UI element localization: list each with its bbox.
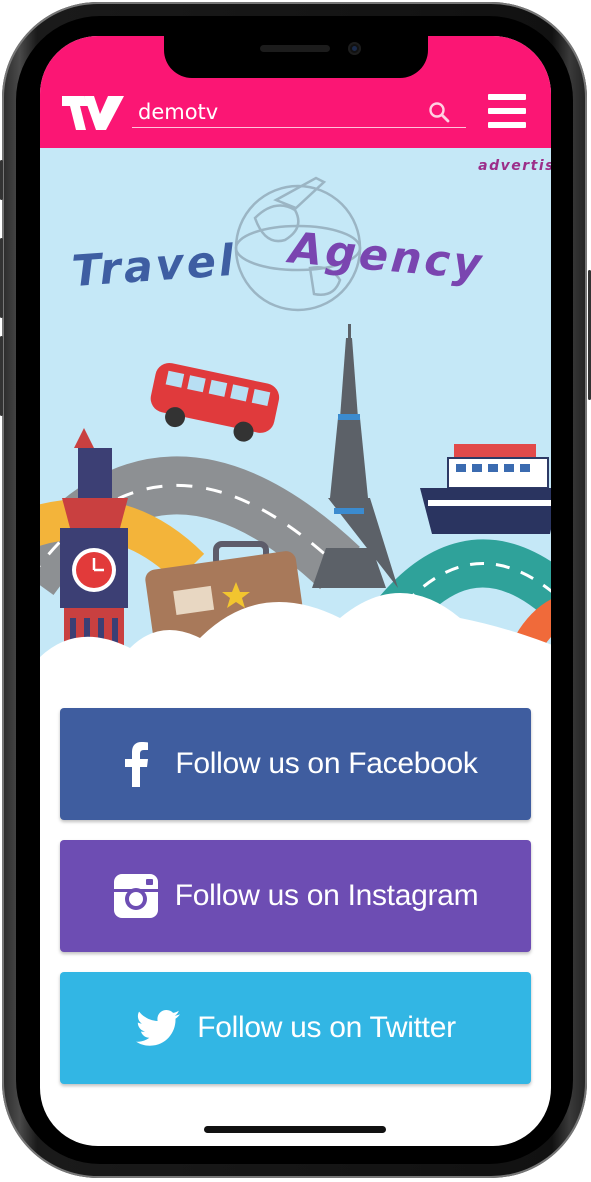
banner-title-travel: Travel [70,236,238,297]
side-button-volume-down [0,336,3,416]
instagram-label: Follow us on Instagram [174,879,479,912]
travel-agency-ad-banner[interactable]: Travel Agency advertis [40,148,551,708]
facebook-icon [113,741,159,787]
facebook-label: Follow us on Facebook [175,747,478,780]
front-camera [348,42,361,55]
tv-logo-icon[interactable] [62,92,124,132]
red-bus-icon [150,362,280,442]
hamburger-menu-icon[interactable] [488,94,526,128]
twitter-bird-icon [135,1005,181,1051]
follow-twitter-button[interactable]: Follow us on Twitter [60,972,531,1084]
speaker-grille [260,45,330,52]
search-input[interactable] [132,96,466,128]
advertisement-label: advertis [478,158,551,174]
side-button-mute [0,160,3,200]
cruise-ship-icon [420,444,551,534]
follow-instagram-button[interactable]: Follow us on Instagram [60,840,531,952]
follow-facebook-button[interactable]: Follow us on Facebook [60,708,531,820]
banner-title-agency: Agency [284,223,486,290]
phone-screen: Travel Agency [40,36,551,1146]
home-indicator[interactable] [204,1126,386,1133]
instagram-icon [113,873,159,919]
twitter-label: Follow us on Twitter [197,1011,456,1044]
notch [164,36,428,78]
search-icon[interactable] [427,100,451,124]
banner-illustration: Travel Agency [40,176,551,708]
side-button-volume-up [0,238,3,318]
